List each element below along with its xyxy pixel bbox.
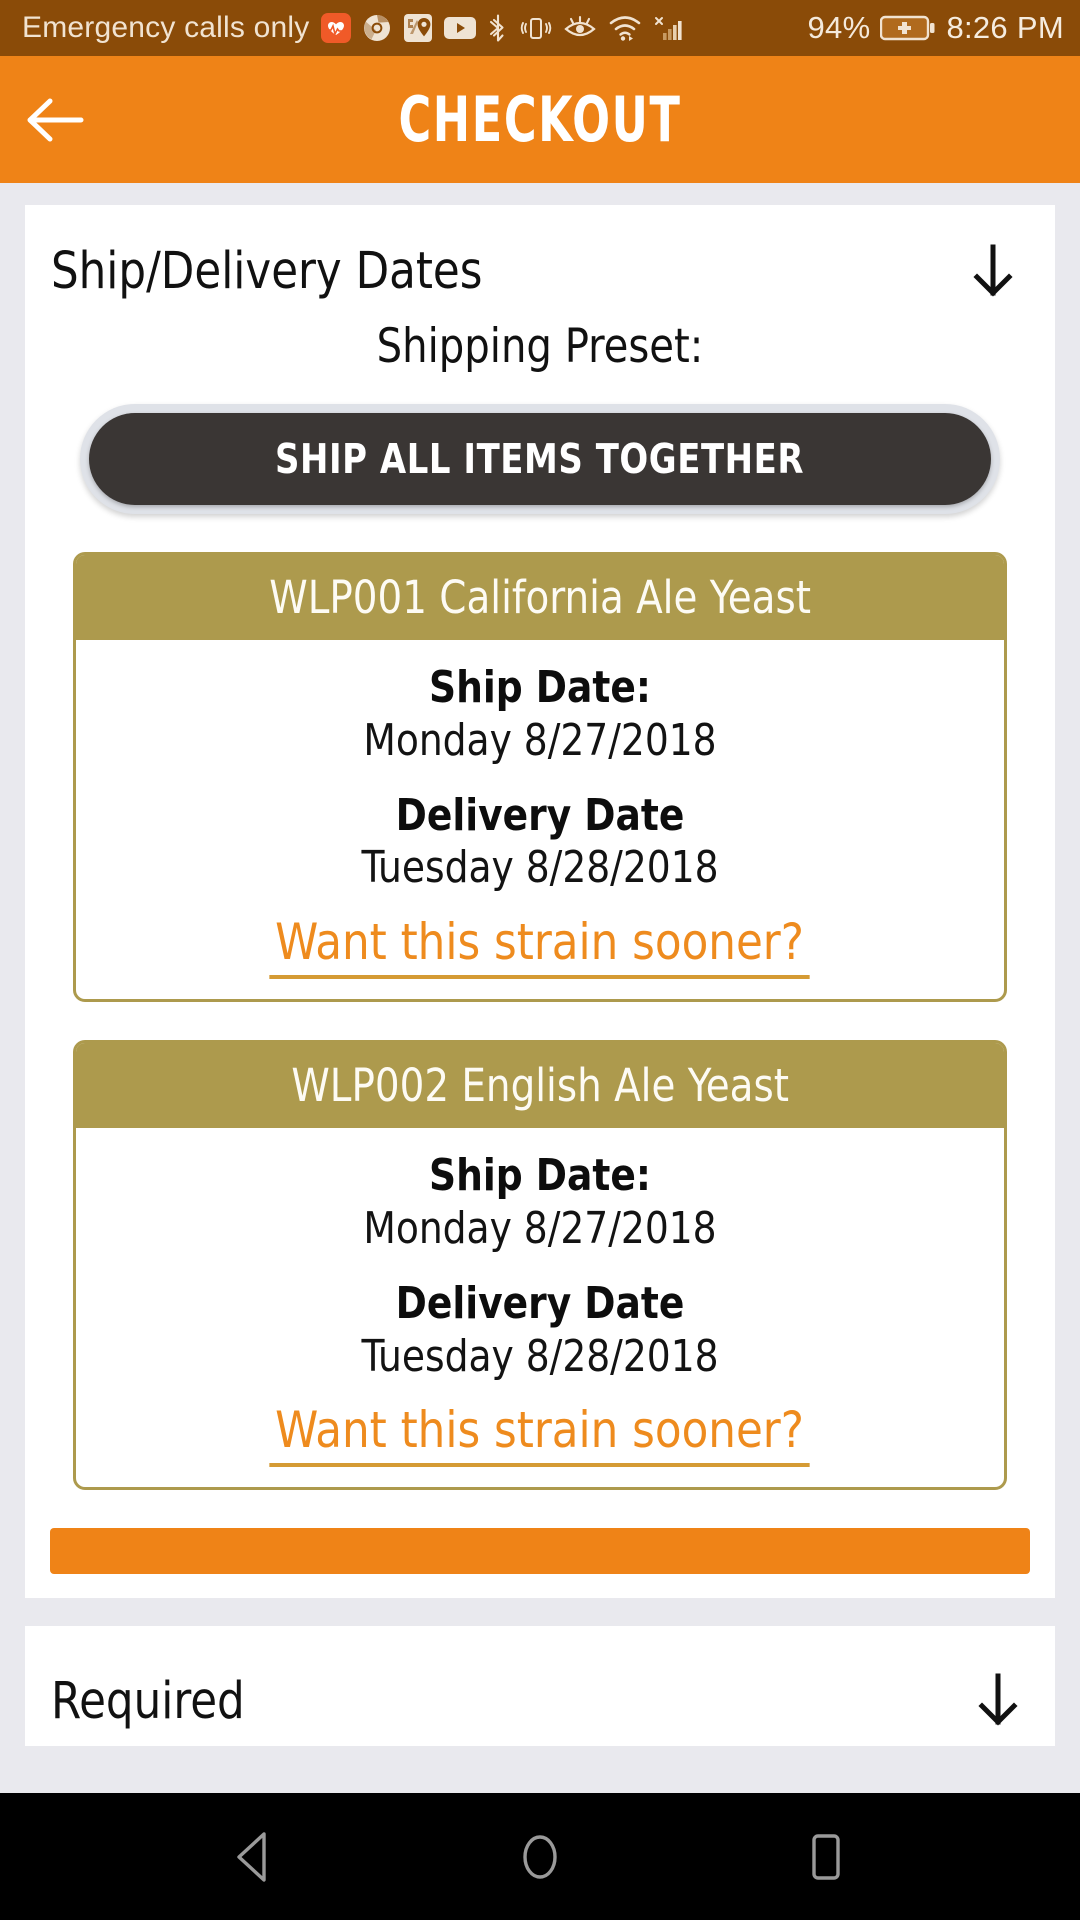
page-content: Ship/Delivery Dates Shipping Preset: SHI…: [0, 183, 1080, 1793]
strain-name: WLP002 English Ale Yeast: [291, 1059, 789, 1113]
strain-card-body: Ship Date: Monday 8/27/2018 Delivery Dat…: [76, 640, 1004, 999]
required-section-panel[interactable]: Required: [25, 1626, 1055, 1747]
eye-comfort-icon: [563, 14, 597, 42]
section-title: Ship/Delivery Dates: [51, 241, 483, 301]
google-maps-icon: [403, 13, 433, 43]
strain-card: WLP002 English Ale Yeast Ship Date: Mond…: [73, 1040, 1007, 1491]
delivery-date-value: Tuesday 8/28/2018: [361, 842, 719, 894]
delivery-date-label: Delivery Date: [395, 789, 685, 841]
wifi-icon: [608, 14, 642, 42]
ship-all-items-together-button[interactable]: SHIP ALL ITEMS TOGETHER: [89, 413, 991, 505]
strain-card: WLP001 California Ale Yeast Ship Date: M…: [73, 552, 1007, 1003]
vibrate-icon: [520, 12, 552, 44]
arrow-down-icon[interactable]: [965, 241, 1021, 301]
page-title: CHECKOUT: [398, 83, 682, 156]
strain-card-header: WLP001 California Ale Yeast: [76, 555, 1004, 640]
status-bar-right-group: 94% 8:26 PM: [807, 10, 1064, 46]
arrow-down-icon[interactable]: [975, 1672, 1021, 1733]
required-section-title: Required: [51, 1672, 245, 1732]
nav-back-button[interactable]: [206, 1809, 302, 1905]
nav-home-button[interactable]: [492, 1809, 588, 1905]
triangle-back-icon: [237, 1831, 266, 1882]
ship-date-value: Monday 8/27/2018: [363, 1203, 717, 1255]
back-button[interactable]: [0, 56, 110, 183]
bluetooth-icon: [487, 12, 509, 44]
ship-all-items-together-label: SHIP ALL ITEMS TOGETHER: [275, 435, 805, 483]
battery-percent-text: 94%: [807, 10, 871, 45]
ship-date-label: Ship Date:: [429, 662, 651, 713]
status-bar: Emergency calls only 94% 8:26 PM: [0, 0, 1080, 56]
want-strain-sooner-link[interactable]: Want this strain sooner?: [269, 913, 811, 980]
circle-home-icon: [523, 1834, 557, 1879]
cellular-signal-no-service-icon: [653, 13, 685, 43]
clock-text: 8:26 PM: [946, 10, 1064, 45]
heart-health-icon: [321, 13, 352, 43]
want-strain-sooner-link[interactable]: Want this strain sooner?: [269, 1401, 811, 1468]
battery-charging-icon: [880, 13, 936, 43]
shipping-preset-label: Shipping Preset:: [376, 319, 704, 374]
strain-card-header: WLP002 English Ale Yeast: [76, 1043, 1004, 1129]
nav-recents-button[interactable]: [778, 1809, 874, 1905]
continue-button[interactable]: [50, 1528, 1030, 1575]
delivery-date-label: Delivery Date: [395, 1277, 685, 1329]
carrier-status-text: Emergency calls only: [22, 11, 310, 44]
panel-bottom-spacer: [25, 1574, 1055, 1598]
square-recents-icon: [812, 1833, 840, 1880]
android-navigation-bar: [0, 1793, 1080, 1920]
youtube-icon: [444, 16, 477, 40]
chrome-icon: [362, 13, 392, 43]
strain-name: WLP001 California Ale Yeast: [269, 571, 811, 624]
section-header-row[interactable]: Ship/Delivery Dates: [25, 205, 1055, 311]
delivery-date-value: Tuesday 8/28/2018: [361, 1330, 719, 1382]
ship-date-label: Ship Date:: [429, 1150, 651, 1202]
shipping-preset-button-wrapper: SHIP ALL ITEMS TOGETHER: [80, 404, 1000, 514]
status-bar-notification-icons: [321, 12, 685, 44]
app-bar: CHECKOUT: [0, 56, 1080, 183]
ship-date-value: Monday 8/27/2018: [363, 714, 717, 766]
ship-delivery-dates-panel: Ship/Delivery Dates Shipping Preset: SHI…: [25, 205, 1055, 1599]
strain-card-body: Ship Date: Monday 8/27/2018 Delivery Dat…: [76, 1128, 1004, 1487]
arrow-left-icon: [27, 98, 84, 141]
